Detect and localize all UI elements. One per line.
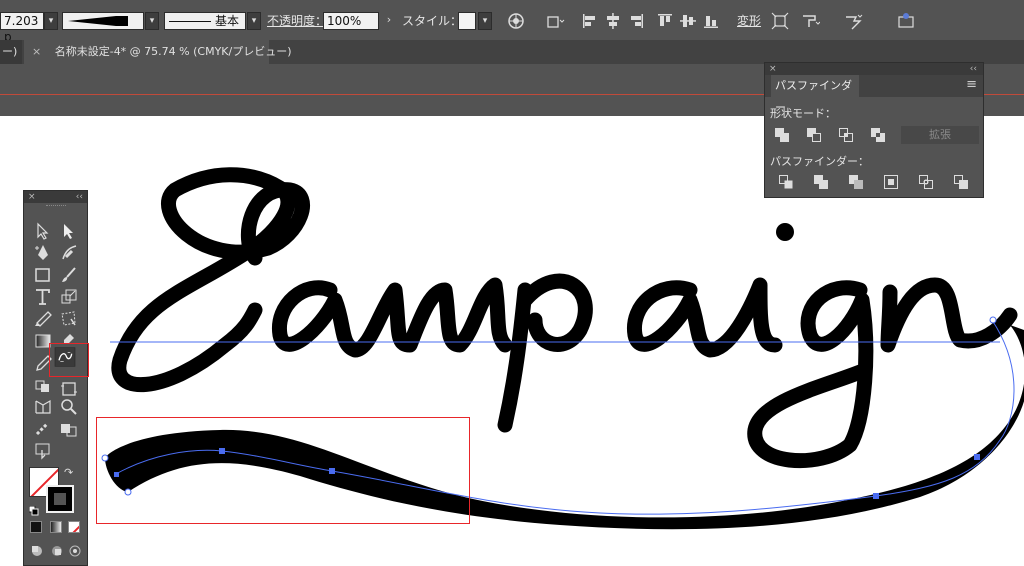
tools-panel: × ‹‹ ↷ — [23, 190, 88, 566]
highlight-box-width-tool — [49, 343, 89, 377]
shape-builder-tool-icon[interactable] — [58, 419, 80, 439]
minus-back-icon[interactable] — [953, 174, 969, 190]
draw-normal-icon[interactable] — [30, 543, 44, 557]
selection-tool-icon[interactable] — [32, 221, 54, 241]
shape-modes-label: 形状モード： — [770, 107, 836, 120]
divide-icon[interactable] — [778, 174, 794, 190]
outline-icon[interactable] — [918, 174, 934, 190]
merge-icon[interactable] — [848, 174, 864, 190]
hand-tool-icon[interactable] — [32, 441, 54, 461]
live-paint-bucket-tool-icon[interactable] — [32, 375, 54, 395]
anchor-point — [974, 454, 980, 460]
pathfinder-titlebar[interactable]: × ‹‹ — [765, 63, 983, 75]
tools-close-icon[interactable]: × — [28, 191, 36, 203]
type-tool-icon[interactable] — [32, 287, 54, 307]
unite-icon[interactable] — [774, 127, 790, 143]
pathfinder-collapse-icon[interactable]: ‹‹ — [970, 63, 977, 75]
letter-i-dot — [776, 223, 794, 241]
minus-front-icon[interactable] — [806, 127, 822, 143]
blend-tool-icon[interactable] — [32, 419, 54, 439]
zoom-tool-icon[interactable] — [58, 397, 80, 417]
swap-fill-stroke-icon[interactable]: ↷ — [64, 467, 76, 479]
curvature-tool-icon[interactable] — [58, 243, 80, 263]
trim-icon[interactable] — [813, 174, 829, 190]
paintbrush-tool-icon[interactable] — [58, 265, 80, 285]
exclude-icon[interactable] — [870, 127, 886, 143]
draw-inside-icon[interactable] — [68, 543, 82, 557]
tools-grip[interactable] — [46, 205, 66, 208]
pathfinders-label: パスファインダー： — [770, 155, 869, 168]
crop-icon[interactable] — [883, 174, 899, 190]
color-mode-icon[interactable] — [30, 521, 42, 533]
intersect-icon[interactable] — [838, 127, 854, 143]
pen-tool-icon[interactable] — [32, 243, 54, 263]
anchor-point — [873, 493, 879, 499]
rectangle-tool-icon[interactable] — [32, 265, 54, 285]
stroke-swatch[interactable] — [46, 485, 74, 513]
eraser-tool-icon[interactable] — [32, 309, 54, 329]
perspective-grid-tool-icon[interactable] — [32, 397, 54, 417]
tools-titlebar[interactable]: × ‹‹ — [24, 191, 87, 203]
none-mode-icon[interactable] — [68, 521, 80, 533]
draw-behind-icon[interactable] — [50, 543, 64, 557]
pathfinder-close-icon[interactable]: × — [769, 63, 777, 75]
direct-selection-tool-icon[interactable] — [58, 221, 80, 241]
gradient-mode-icon[interactable] — [50, 521, 62, 533]
pathfinder-panel: × ‹‹ パスファインダー ≡ 形状モード： 拡張 パスファインダー： — [764, 62, 984, 198]
stroke-swatch-hole — [54, 493, 66, 505]
tab-pathfinder[interactable]: パスファインダー — [771, 75, 859, 114]
expand-button[interactable]: 拡張 — [901, 126, 979, 144]
panel-menu-icon[interactable]: ≡ — [966, 78, 977, 92]
scale-tool-icon[interactable] — [58, 287, 80, 307]
default-colors-icon[interactable] — [28, 501, 39, 516]
free-transform-tool-icon[interactable] — [58, 309, 80, 329]
tools-collapse-icon[interactable]: ‹‹ — [76, 191, 83, 203]
highlight-box-swash — [96, 417, 470, 524]
artboard-tool-icon[interactable] — [58, 379, 80, 399]
width-handle — [989, 316, 997, 324]
